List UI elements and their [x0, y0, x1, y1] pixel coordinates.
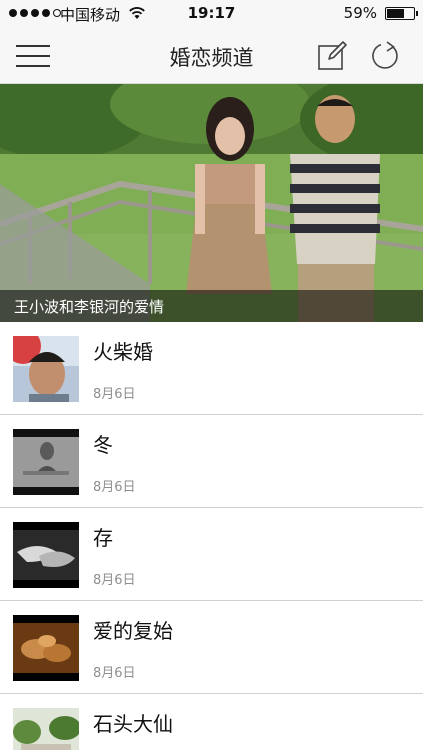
list-item[interactable]: 存 8月6日 — [0, 508, 423, 601]
list-item[interactable]: 爱的复始 8月6日 — [0, 601, 423, 694]
featured-photo — [0, 84, 423, 322]
list-item-date: 8月6日 — [93, 480, 136, 495]
list-item-date: 8月6日 — [93, 666, 136, 681]
banner-caption-bar: 王小波和李银河的爱情 — [0, 290, 423, 322]
battery-icon — [385, 7, 418, 20]
navigation-bar: 婚恋频道 — [0, 28, 423, 84]
list-item-thumbnail — [13, 336, 79, 402]
list-item-thumbnail — [13, 708, 79, 750]
list-item[interactable]: 石头大仙 — [0, 694, 423, 750]
list-item-title: 冬 — [93, 433, 113, 457]
featured-banner[interactable]: 王小波和李银河的爱情 — [0, 84, 423, 322]
page-title: 婚恋频道 — [169, 46, 254, 70]
list-item-title: 石头大仙 — [93, 712, 173, 736]
list-item-date: 8月6日 — [93, 387, 136, 402]
list-item-thumbnail — [13, 429, 79, 495]
list-item-date: 8月6日 — [93, 573, 136, 588]
compose-icon — [318, 41, 347, 70]
list-item-thumbnail — [13, 522, 79, 588]
refresh-icon — [372, 41, 398, 69]
list-item-title: 爱的复始 — [93, 619, 173, 643]
compose-button[interactable] — [316, 40, 348, 72]
list-item-thumbnail — [13, 615, 79, 681]
app-screen: 中国移动 19:17 59% 婚恋频道 王小波和李银河的爱情 火柴婚 8月6日 … — [0, 0, 423, 750]
list-item-title: 火柴婚 — [93, 340, 153, 364]
banner-caption: 王小波和李银河的爱情 — [14, 298, 165, 316]
status-bar: 中国移动 19:17 59% — [0, 0, 423, 28]
list-item[interactable]: 火柴婚 8月6日 — [0, 322, 423, 415]
list-item-title: 存 — [93, 526, 113, 550]
list-item[interactable]: 冬 8月6日 — [0, 415, 423, 508]
article-list: 火柴婚 8月6日 冬 8月6日 存 8月6日 爱的复始 8月6日 石头大仙 — [0, 322, 423, 750]
battery-percentage: 59% — [343, 4, 377, 22]
refresh-button[interactable] — [370, 40, 402, 72]
